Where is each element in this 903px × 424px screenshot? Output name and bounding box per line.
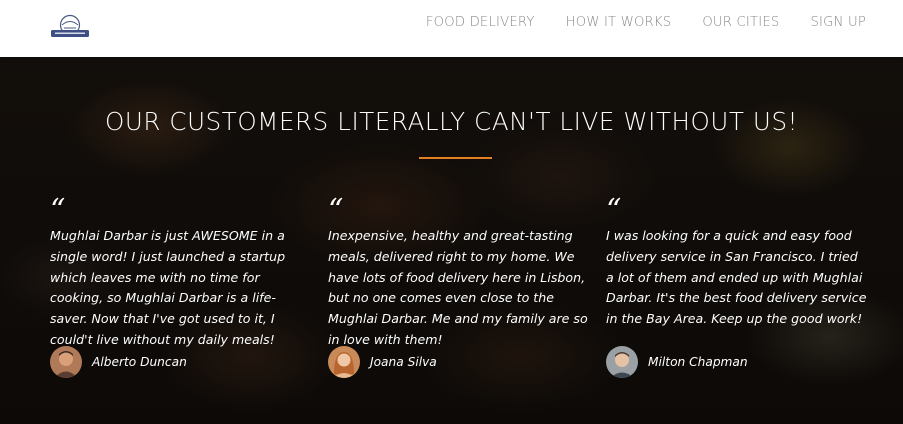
testimonial-quote: Inexpensive, healthy and great-tasting m… bbox=[328, 228, 588, 347]
customer-info: Milton Chapman bbox=[606, 346, 748, 378]
customer-info: Alberto Duncan bbox=[50, 346, 187, 378]
avatar bbox=[50, 346, 82, 378]
customer-name: Joana Silva bbox=[370, 355, 437, 369]
testimonial-card: “ Mughlai Darbar is just AWESOME in a si… bbox=[50, 193, 312, 378]
testimonials-section: OUR CUSTOMERS LITERALLY CAN'T LIVE WITHO… bbox=[0, 57, 903, 424]
navbar: FOOD DELIVERY HOW IT WORKS OUR CITIES SI… bbox=[0, 0, 903, 57]
avatar bbox=[328, 346, 360, 378]
title-divider bbox=[419, 157, 492, 159]
nav-our-cities[interactable]: OUR CITIES bbox=[702, 15, 779, 30]
nav-how-it-works[interactable]: HOW IT WORKS bbox=[566, 15, 672, 30]
brand-logo[interactable] bbox=[50, 12, 90, 42]
quote-mark-icon: “ bbox=[606, 193, 622, 228]
testimonial-quote: I was looking for a quick and easy food … bbox=[606, 228, 867, 327]
quote-mark-icon: “ bbox=[328, 193, 344, 228]
customer-name: Milton Chapman bbox=[648, 355, 748, 369]
brand-logo-icon bbox=[51, 14, 89, 37]
testimonial-card: “ I was looking for a quick and easy foo… bbox=[606, 193, 868, 378]
section-title: OUR CUSTOMERS LITERALLY CAN'T LIVE WITHO… bbox=[104, 107, 799, 136]
avatar bbox=[606, 346, 638, 378]
customer-info: Joana Silva bbox=[328, 346, 437, 378]
nav-sign-up[interactable]: SIGN UP bbox=[810, 15, 866, 30]
quote-mark-icon: “ bbox=[50, 193, 66, 228]
testimonial-card: “ Inexpensive, healthy and great-tasting… bbox=[328, 193, 590, 378]
testimonial-quote: Mughlai Darbar is just AWESOME in a sing… bbox=[50, 228, 286, 347]
nav-food-delivery[interactable]: FOOD DELIVERY bbox=[426, 15, 535, 30]
customer-name: Alberto Duncan bbox=[92, 355, 187, 369]
main-nav: FOOD DELIVERY HOW IT WORKS OUR CITIES SI… bbox=[395, 0, 866, 44]
